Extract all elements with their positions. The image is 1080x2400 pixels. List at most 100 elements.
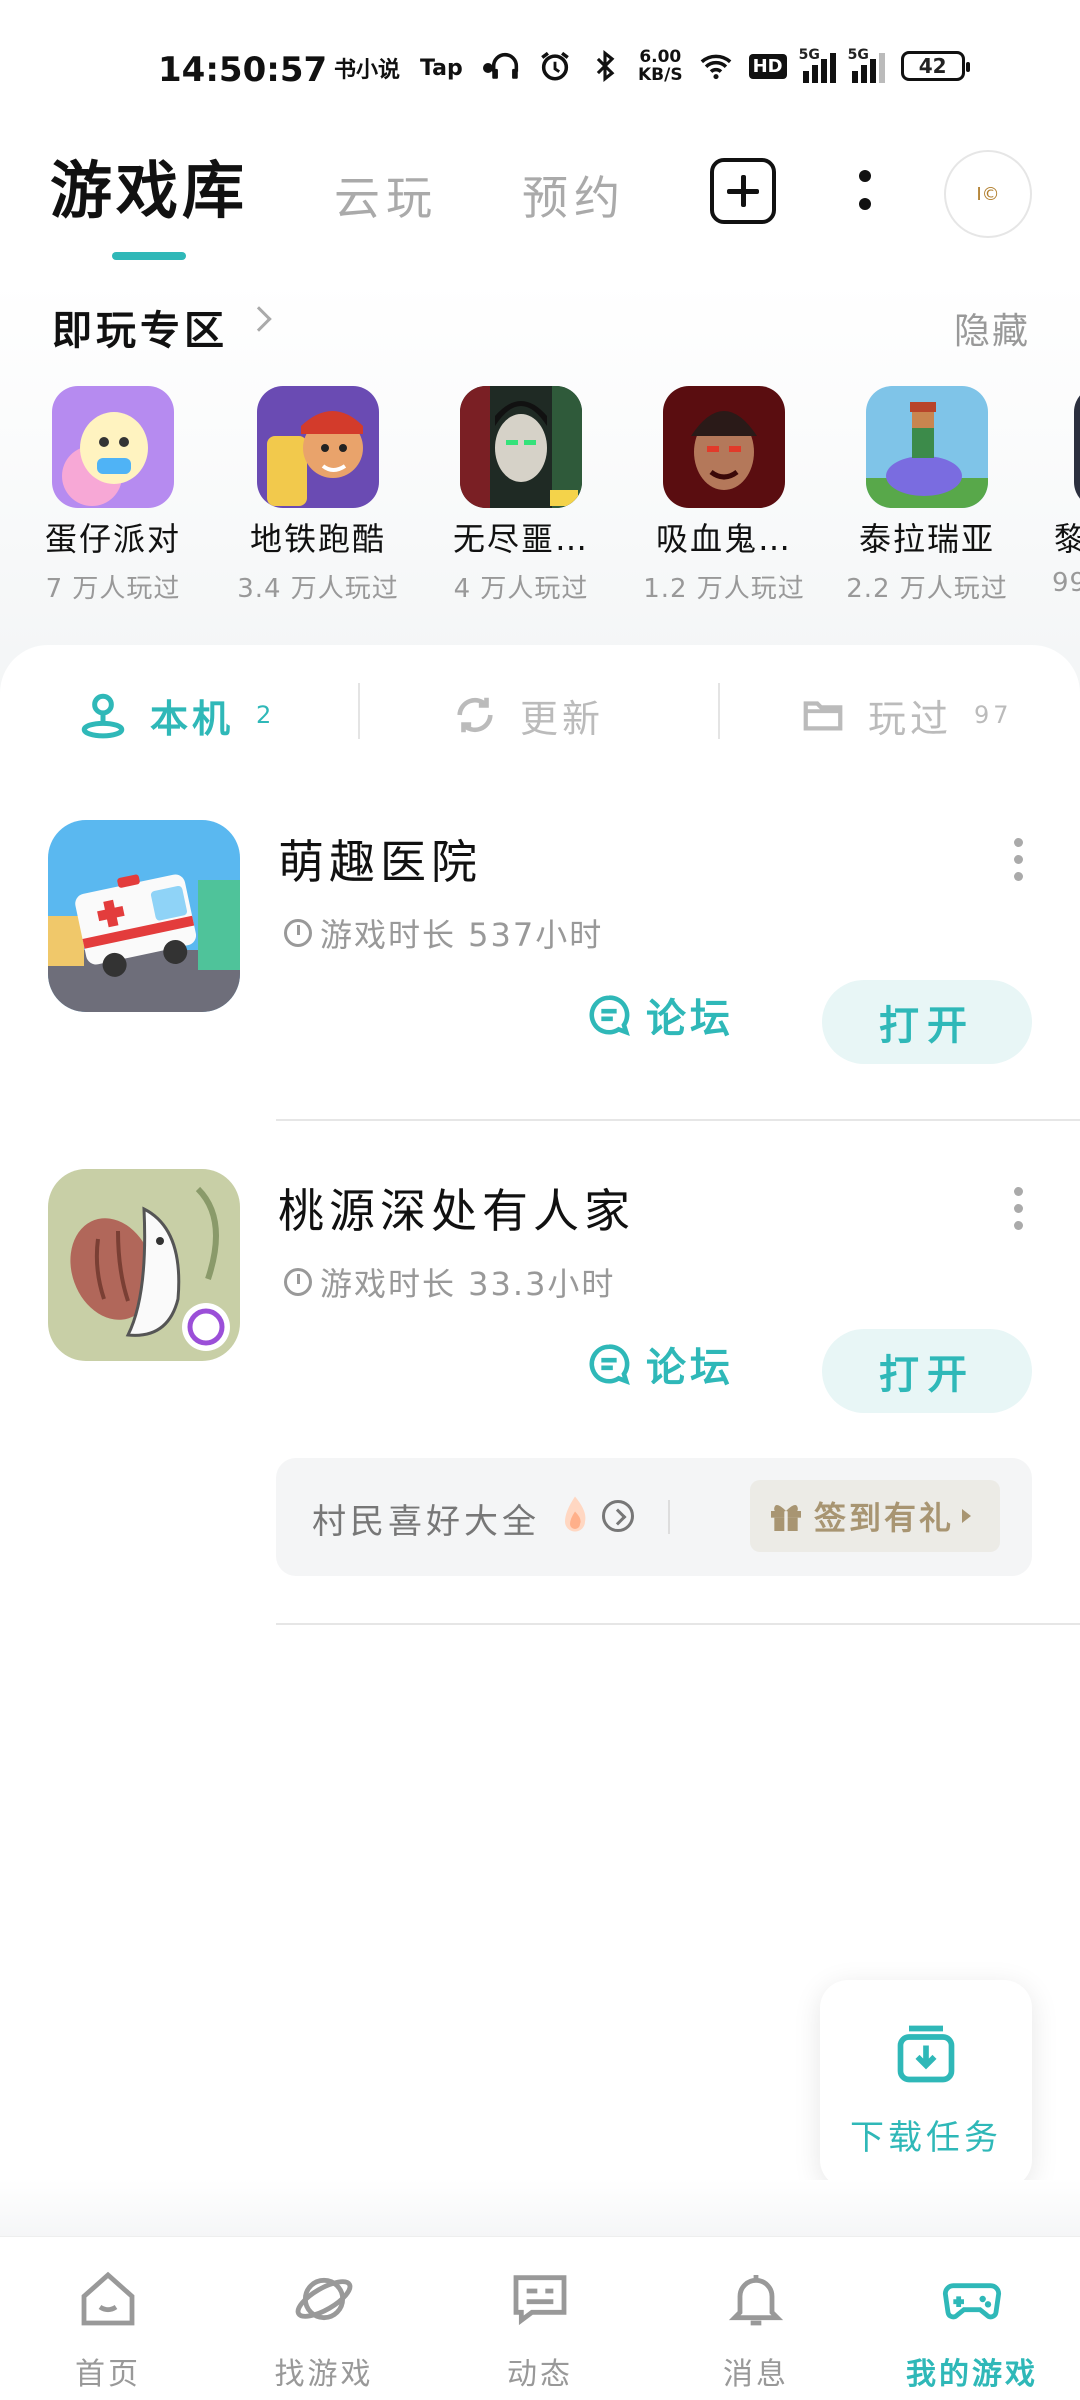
game-playtime: 游戏时长 537小时 xyxy=(284,910,603,956)
nav-messages[interactable]: 消息 xyxy=(648,2237,864,2400)
segment-divider xyxy=(718,683,720,739)
segment-played-count: 97 xyxy=(974,701,1013,729)
folder-icon xyxy=(803,701,843,731)
tab-game-library[interactable]: 游戏库 xyxy=(50,140,248,230)
instant-game-item[interactable]: 蛋仔派对 7 万人玩过 xyxy=(13,382,213,602)
game-more-button[interactable] xyxy=(1014,838,1026,886)
refresh-icon xyxy=(457,697,493,733)
caret-right-icon xyxy=(962,1509,972,1523)
instant-game-players: 7 万人玩过 xyxy=(45,574,181,602)
nav-feed[interactable]: 动态 xyxy=(432,2237,648,2400)
row-divider xyxy=(276,1119,1080,1121)
promo-card[interactable]: 村民喜好大全 签到有礼 xyxy=(276,1458,1032,1576)
instant-game-name: 黎 xyxy=(1054,520,1080,558)
tab-cloud-play[interactable]: 云玩 xyxy=(334,162,438,228)
bluetooth-icon xyxy=(596,50,615,82)
instant-game-name: 无尽噩… xyxy=(452,520,589,558)
segment-update[interactable]: 更新 xyxy=(452,685,604,745)
instant-game-players: 99. xyxy=(1052,568,1080,598)
instant-game-players: 4 万人玩过 xyxy=(453,574,589,602)
segment-local-label: 本机 xyxy=(150,696,235,741)
headphones-icon xyxy=(491,52,519,79)
status-bar: 14:50:57 书小说 Tap 6.00 KB/S HD 5G 5G 42 xyxy=(0,40,1080,100)
forum-button[interactable]: 论坛 xyxy=(586,986,734,1044)
system-icons: 6.00 KB/S HD 5G 5G 42 xyxy=(488,47,970,84)
nav-home[interactable]: 首页 xyxy=(0,2237,216,2400)
forum-label: 论坛 xyxy=(646,996,734,1042)
nav-messages-label: 消息 xyxy=(723,2357,789,2392)
gift-icon xyxy=(771,1505,801,1531)
segment-played[interactable]: 玩过 97 xyxy=(800,685,1013,745)
instant-game-item[interactable]: 地铁跑酷 3.4 万人玩过 xyxy=(218,382,418,602)
forum-button[interactable]: 论坛 xyxy=(586,1335,734,1393)
fire-icon xyxy=(565,1496,586,1532)
status-time: 14:50:57 xyxy=(158,50,328,90)
game-playtime-text: 游戏时长 537小时 xyxy=(320,916,604,954)
bottom-nav: 首页 找游戏 动态 消息 我的游戏 xyxy=(0,2236,1080,2400)
active-tab-indicator xyxy=(112,252,186,260)
forum-icon xyxy=(589,995,630,1037)
signal-sim1-icon: 5G xyxy=(799,47,836,83)
avatar[interactable]: I© xyxy=(944,150,1032,238)
nav-find-games-label: 找游戏 xyxy=(274,2357,374,2392)
home-icon xyxy=(81,2271,135,2326)
tab-reservations[interactable]: 预约 xyxy=(522,162,626,228)
game-partial-icon xyxy=(1074,386,1080,508)
bottom-fade xyxy=(0,2180,1080,2236)
instant-game-name: 蛋仔派对 xyxy=(44,520,181,558)
timer-icon xyxy=(284,919,312,947)
battery-icon: 42 xyxy=(900,51,970,81)
instant-game-item[interactable]: 泰拉瑞亚 2.2 万人玩过 xyxy=(827,382,1027,602)
hide-button[interactable]: 隐藏 xyxy=(954,302,1030,354)
instant-game-item[interactable]: 无尽噩… 4 万人玩过 xyxy=(421,382,621,602)
sim1-network-label: 5G xyxy=(798,47,820,63)
segment-update-label: 更新 xyxy=(520,696,605,741)
checkin-gift-button[interactable]: 签到有礼 xyxy=(750,1480,1000,1552)
gamepad-icon xyxy=(942,2283,1002,2320)
instant-game-name: 泰拉瑞亚 xyxy=(858,520,995,558)
sim2-network-label: 5G xyxy=(847,47,869,63)
add-game-button[interactable] xyxy=(710,158,776,224)
nav-my-games[interactable]: 我的游戏 xyxy=(864,2237,1080,2400)
tap-app-icon: Tap xyxy=(420,55,463,81)
hd-voice-badge: HD xyxy=(748,53,787,79)
eggy-party-icon xyxy=(52,386,174,508)
game-title: 萌趣医院 xyxy=(278,835,482,889)
terraria-icon xyxy=(866,386,988,508)
nav-feed-label: 动态 xyxy=(507,2357,573,2392)
vampire-survivors-icon xyxy=(663,386,785,508)
peach-garden-icon xyxy=(48,1169,240,1361)
segment-divider xyxy=(358,683,360,739)
cute-hospital-icon xyxy=(48,820,240,1012)
novel-app-icon: 书小说 xyxy=(334,58,401,83)
net-speed: 6.00 KB/S xyxy=(638,48,683,84)
segment-local[interactable]: 本机 2 xyxy=(78,685,275,745)
arrow-circle-icon[interactable] xyxy=(602,1500,634,1532)
game-more-button[interactable] xyxy=(1014,1187,1026,1235)
instant-game-item[interactable]: 黎 99. xyxy=(1030,382,1080,598)
download-tasks-button[interactable]: 下载任务 xyxy=(820,1980,1032,2188)
segment-played-label: 玩过 xyxy=(868,696,953,741)
alarm-icon xyxy=(541,51,569,81)
net-speed-value: 6.00 xyxy=(639,47,682,67)
instant-game-players: 3.4 万人玩过 xyxy=(237,574,399,602)
game-playtime: 游戏时长 33.3小时 xyxy=(284,1259,615,1305)
subway-surfers-icon xyxy=(257,386,379,508)
planet-icon xyxy=(295,2277,353,2321)
forum-label: 论坛 xyxy=(646,1345,734,1391)
instant-play-list: 蛋仔派对 7 万人玩过 地铁跑酷 3.4 万人玩过 无尽噩… 4 万人玩过 吸血… xyxy=(0,382,1080,602)
chat-card-icon xyxy=(513,2275,567,2326)
open-game-button[interactable]: 打开 xyxy=(822,980,1032,1064)
signal-sim2-icon: 5G xyxy=(848,47,885,83)
net-speed-unit: KB/S xyxy=(638,65,683,85)
instant-game-players: 1.2 万人玩过 xyxy=(643,574,805,602)
promo-divider xyxy=(668,1500,670,1534)
game-title: 桃源深处有人家 xyxy=(278,1184,635,1238)
open-game-button[interactable]: 打开 xyxy=(822,1329,1032,1413)
location-pin-icon xyxy=(81,693,125,739)
header: 游戏库 云玩 预约 I© xyxy=(0,140,1080,270)
instant-play-title[interactable]: 即玩专区 xyxy=(52,298,228,356)
nav-find-games[interactable]: 找游戏 xyxy=(216,2237,432,2400)
instant-game-item[interactable]: 吸血鬼… 1.2 万人玩过 xyxy=(624,382,824,602)
more-options-button[interactable] xyxy=(850,164,880,224)
